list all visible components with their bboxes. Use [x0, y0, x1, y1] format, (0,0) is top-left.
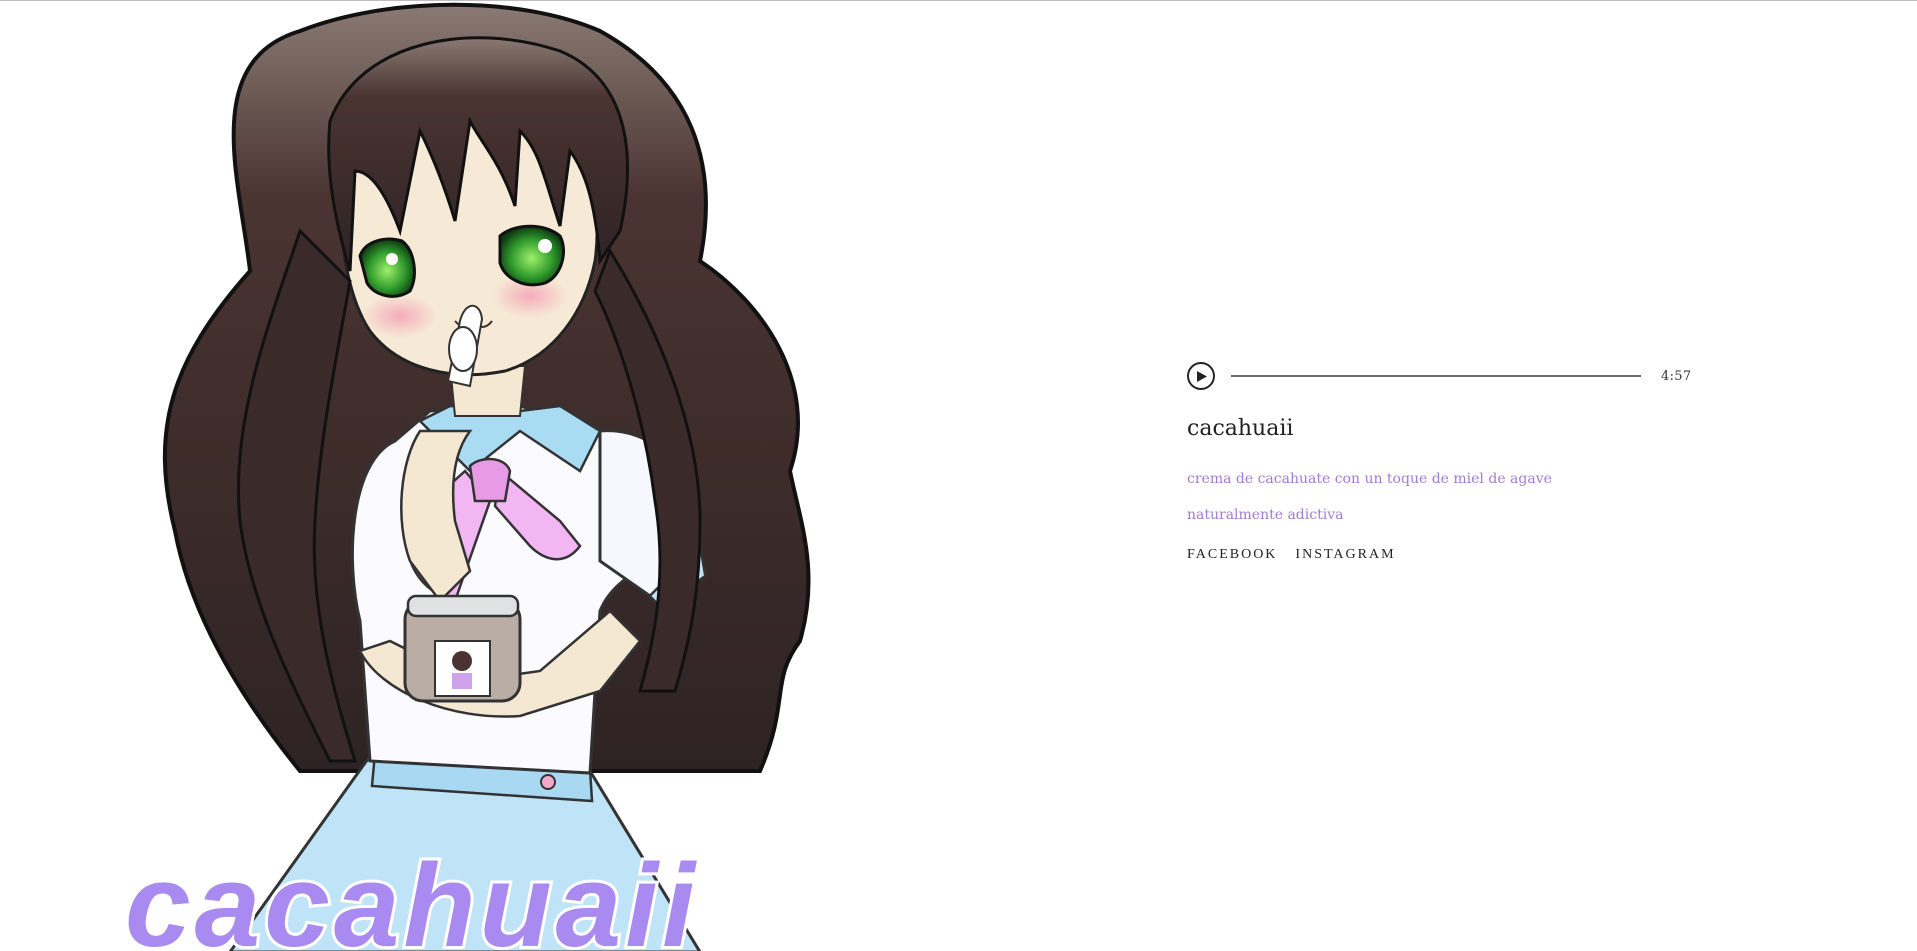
- album-artwork: cacahuaii: [0, 1, 920, 951]
- track-info: 4:57 cacahuaii crema de cacahuate con un…: [1187, 360, 1707, 563]
- play-icon: [1197, 370, 1207, 382]
- page: cacahuaii 4:57 cacahuaii crema de cacahu…: [0, 0, 1917, 951]
- description-line: naturalmente adictiva: [1187, 507, 1344, 523]
- track-title: cacahuaii: [1187, 416, 1294, 441]
- logo-text: cacahuaii: [125, 840, 699, 951]
- track-description: crema de cacahuate con un toque de miel …: [1187, 461, 1707, 533]
- description-line: crema de cacahuate con un toque de miel …: [1187, 471, 1552, 487]
- play-button[interactable]: [1187, 362, 1215, 390]
- duration-label: 4:57: [1661, 368, 1692, 384]
- audio-player: 4:57: [1187, 360, 1707, 392]
- anime-girl-illustration: cacahuaii: [122, 2, 811, 951]
- facebook-link[interactable]: FACEBOOK: [1187, 547, 1277, 563]
- progress-track: [1231, 375, 1641, 377]
- instagram-link[interactable]: INSTAGRAM: [1295, 547, 1395, 563]
- social-links: FACEBOOK INSTAGRAM: [1187, 547, 1707, 563]
- progress-bar[interactable]: [1231, 371, 1641, 381]
